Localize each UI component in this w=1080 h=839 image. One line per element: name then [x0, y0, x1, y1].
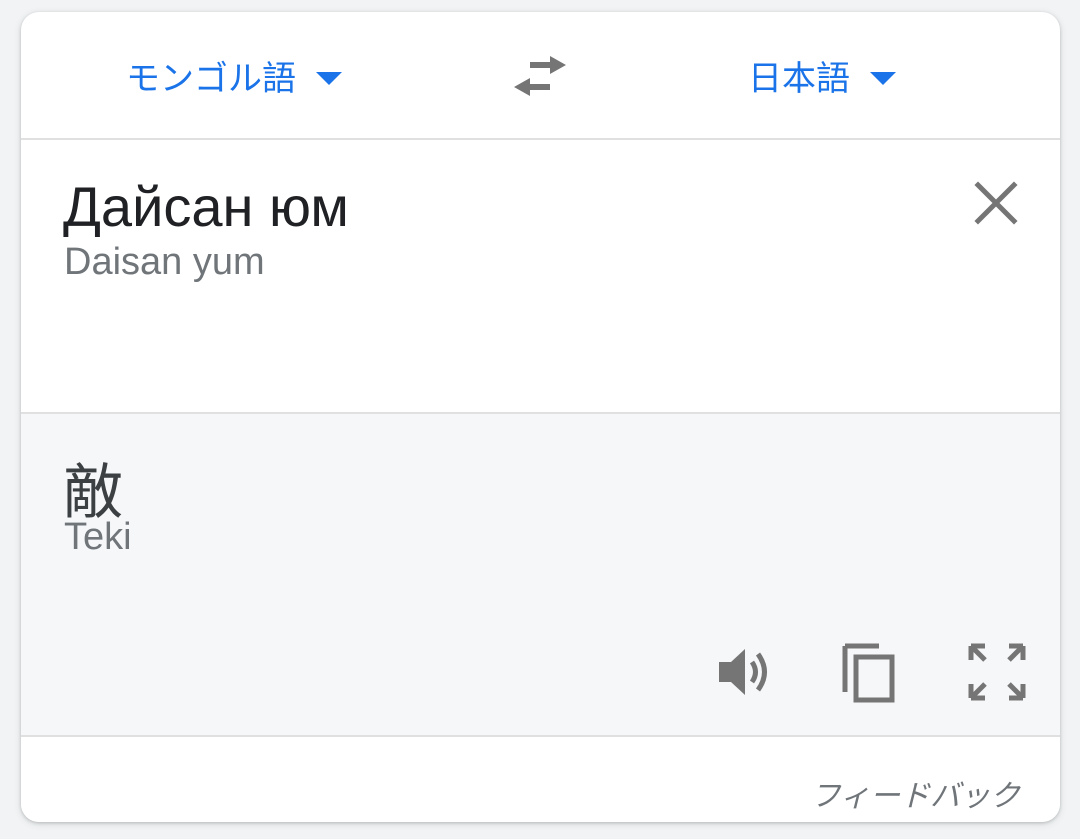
fullscreen-icon [968, 643, 1026, 701]
chevron-down-icon [316, 71, 342, 85]
result-area: 敵 Teki [21, 414, 1060, 737]
source-language-button[interactable]: モンゴル語 [126, 52, 342, 98]
swap-icon [514, 56, 566, 96]
close-icon [974, 181, 1018, 225]
swap-languages-button[interactable] [512, 54, 568, 98]
language-bar: モンゴル語 日本語 [21, 12, 1060, 140]
copy-icon [842, 643, 895, 703]
source-text-area[interactable]: Дайсан юм Daisan yum [21, 140, 1060, 414]
source-text[interactable]: Дайсан юм [63, 174, 349, 239]
listen-button[interactable] [715, 642, 775, 702]
copy-button[interactable] [839, 640, 899, 703]
result-transliteration: Teki [64, 516, 132, 558]
source-language-label: モンゴル語 [126, 59, 296, 98]
feedback-link[interactable]: フィードバック [811, 771, 1020, 815]
target-language-label: 日本語 [748, 59, 850, 98]
clear-button[interactable] [973, 180, 1019, 226]
fullscreen-button[interactable] [967, 642, 1027, 702]
footer: フィードバック [21, 737, 1060, 822]
volume-icon [719, 649, 767, 695]
target-language-button[interactable]: 日本語 [748, 52, 896, 98]
source-transliteration: Daisan yum [64, 241, 265, 283]
translate-card: モンゴル語 日本語 Дайсан юм Daisan yum 敵 Teki フィ… [21, 12, 1060, 822]
chevron-down-icon [870, 71, 896, 85]
